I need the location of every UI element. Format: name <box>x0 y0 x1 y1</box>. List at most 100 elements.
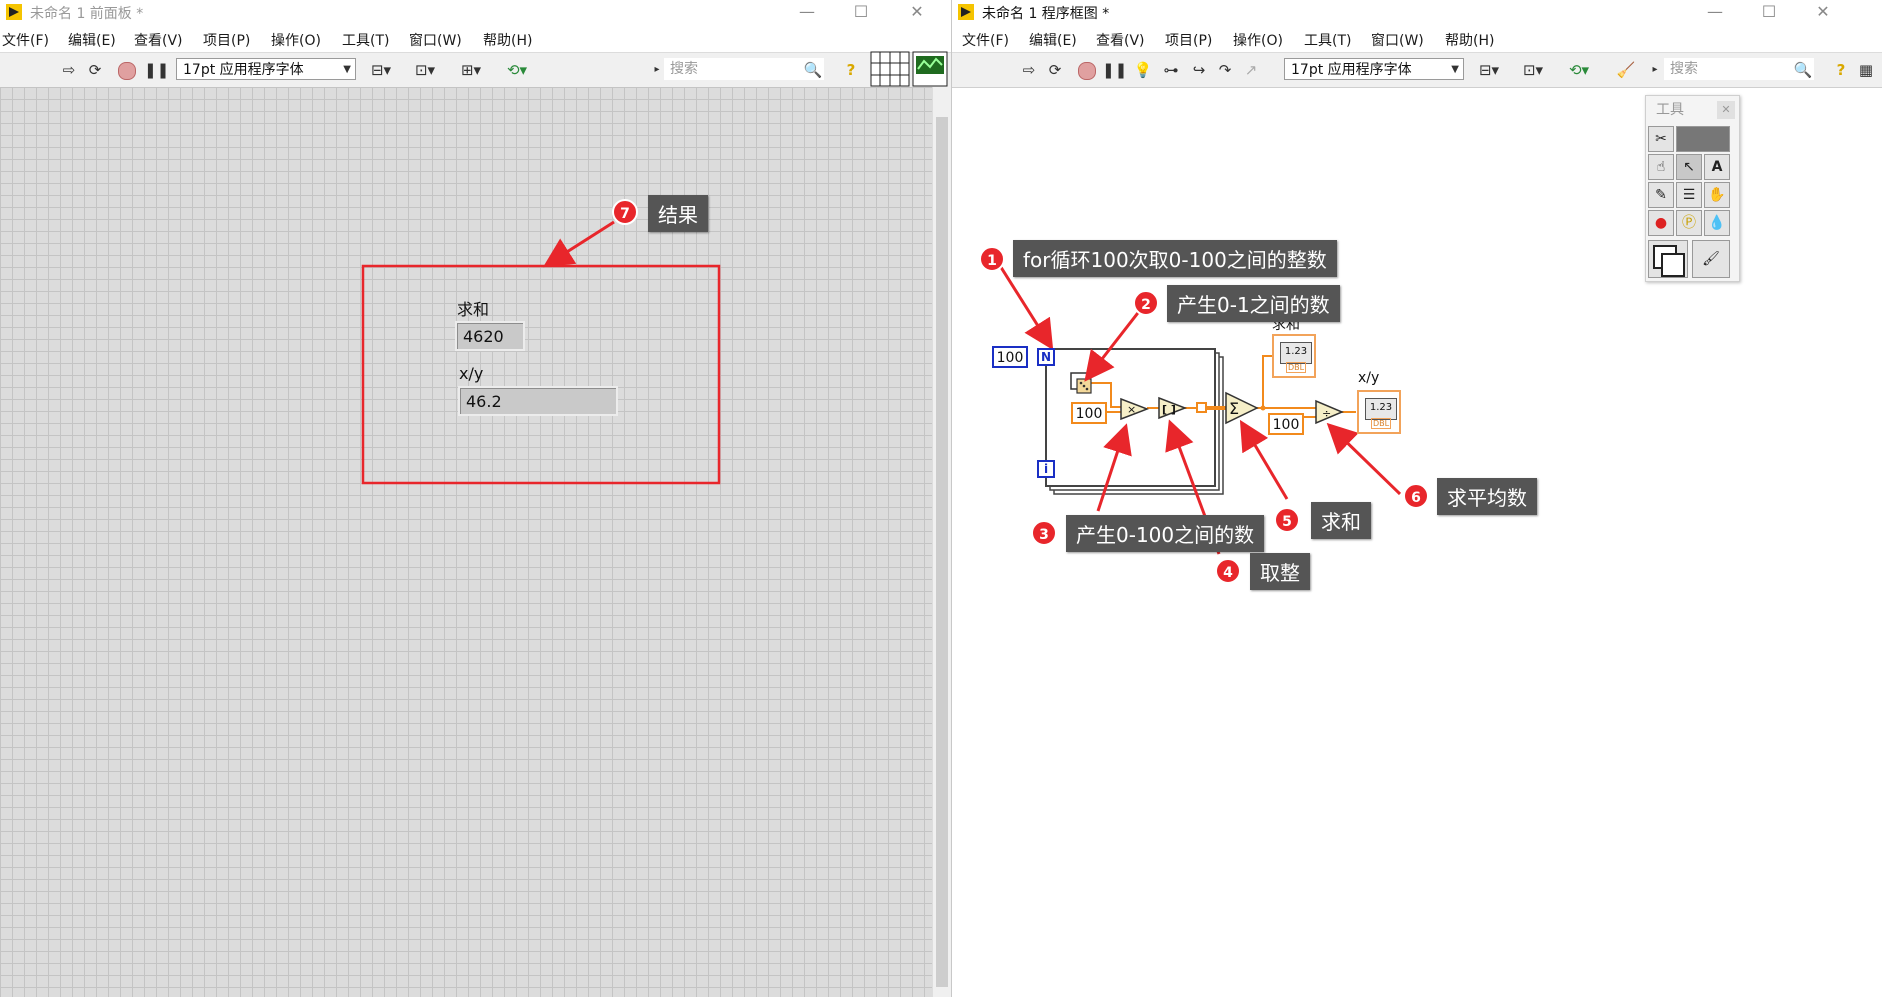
menu-file[interactable]: 文件(F) <box>962 30 1009 50</box>
loop-iteration-terminal[interactable]: i <box>1037 460 1055 478</box>
run-arrow-icon[interactable]: ⇨ <box>1018 60 1040 80</box>
toolbar-expand-icon[interactable]: ▸ <box>1650 60 1660 80</box>
annotation-callout-6: 求平均数 <box>1437 478 1537 515</box>
annotation-badge-5: 5 <box>1274 507 1300 533</box>
vi-icon[interactable] <box>912 51 948 87</box>
sum-indicator-terminal[interactable]: 1.23 DBL <box>1272 334 1316 378</box>
menu-view[interactable]: 查看(V) <box>1096 30 1145 50</box>
menu-operate[interactable]: 操作(O) <box>271 30 321 50</box>
menu-tools[interactable]: 工具(T) <box>1304 30 1351 50</box>
dbl-type-tag: DBL <box>1286 362 1307 373</box>
minimize-icon[interactable]: — <box>784 0 830 26</box>
search-icon[interactable]: 🔍 <box>1792 60 1814 80</box>
font-select[interactable]: 17pt 应用程序字体 ▼ <box>176 58 356 80</box>
menu-operate[interactable]: 操作(O) <box>1233 30 1283 50</box>
front-panel-canvas[interactable] <box>0 87 932 997</box>
step-out-icon[interactable]: ↗ <box>1240 60 1262 80</box>
align-objects-icon[interactable]: ⊟▾ <box>1474 60 1504 80</box>
multiply-constant[interactable]: 100 <box>1071 402 1107 424</box>
divide-constant[interactable]: 100 <box>1268 413 1304 435</box>
distribute-objects-icon[interactable]: ⊡▾ <box>1518 60 1548 80</box>
front-panel-window: 未命名 1 前面板 * — ☐ ✕ 文件(F) 编辑(E) 查看(V) 项目(P… <box>0 0 951 997</box>
close-icon[interactable]: ✕ <box>1800 0 1846 26</box>
help-icon[interactable]: ? <box>1830 60 1852 80</box>
menu-view[interactable]: 查看(V) <box>134 30 183 50</box>
svg-text:×: × <box>1127 403 1136 416</box>
maximize-icon[interactable]: ☐ <box>838 0 884 26</box>
labview-app-icon <box>6 4 22 20</box>
annotation-badge-2: 2 <box>1133 290 1159 316</box>
menu-project[interactable]: 项目(P) <box>203 30 250 50</box>
search-placeholder: 搜索 <box>1670 61 1698 77</box>
annotation-badge-3: 3 <box>1031 520 1057 546</box>
run-continuously-icon[interactable]: ⟳ <box>84 60 106 80</box>
annotation-callout-2: 产生0-1之间的数 <box>1167 285 1340 322</box>
step-over-icon[interactable]: ↷ <box>1214 60 1236 80</box>
menu-edit[interactable]: 编辑(E) <box>1029 30 1077 50</box>
font-select[interactable]: 17pt 应用程序字体 ▼ <box>1284 58 1464 80</box>
align-objects-icon[interactable]: ⊟▾ <box>366 60 396 80</box>
front-panel-toolbar: ⇨ ⟳ ❚❚ 17pt 应用程序字体 ▼ ⊟▾ ⊡▾ ⊞▾ ⟲▾ ▸ 搜索 🔍 … <box>0 51 951 88</box>
run-continuously-icon[interactable]: ⟳ <box>1044 60 1066 80</box>
connector-pane-icon[interactable] <box>870 51 910 87</box>
retain-wire-values-icon[interactable]: ⊶ <box>1160 60 1182 80</box>
highlight-execution-icon[interactable]: 💡 <box>1132 60 1154 80</box>
sum-indicator: 4620 <box>455 321 525 351</box>
annotation-badge-1: 1 <box>979 246 1005 272</box>
annotation-badge-6: 6 <box>1403 483 1429 509</box>
annotation-badge-4: 4 <box>1215 558 1241 584</box>
search-icon[interactable]: 🔍 <box>802 60 824 80</box>
menu-window[interactable]: 窗口(W) <box>1371 30 1424 50</box>
annotation-callout-4: 取整 <box>1250 553 1310 590</box>
block-diagram-title: 未命名 1 程序框图 * <box>982 6 1110 22</box>
resize-objects-icon[interactable]: ⊞▾ <box>456 60 486 80</box>
annotation-callout-7: 结果 <box>648 195 708 232</box>
reorder-icon[interactable]: ⟲▾ <box>1564 60 1594 80</box>
pause-icon[interactable]: ❚❚ <box>144 60 169 80</box>
dbl-display: 1.23 <box>1365 398 1397 420</box>
help-icon[interactable]: ? <box>840 60 862 80</box>
abort-icon[interactable] <box>1076 60 1098 80</box>
menu-project[interactable]: 项目(P) <box>1165 30 1212 50</box>
block-diagram-menubar: 文件(F) 编辑(E) 查看(V) 项目(P) 操作(O) 工具(T) 窗口(W… <box>952 26 1882 52</box>
average-indicator-label: x/y <box>459 364 484 383</box>
scrollbar-thumb[interactable] <box>936 117 948 987</box>
annotation-arrow-5 <box>1239 419 1289 500</box>
search-input[interactable]: 搜索 <box>664 58 824 80</box>
distribute-objects-icon[interactable]: ⊡▾ <box>410 60 440 80</box>
average-indicator-terminal[interactable]: 1.23 DBL <box>1357 390 1401 434</box>
add-array-elements-function[interactable]: Σ <box>1225 391 1259 425</box>
maximize-icon[interactable]: ☐ <box>1746 0 1792 26</box>
reorder-icon[interactable]: ⟲▾ <box>502 60 532 80</box>
menu-edit[interactable]: 编辑(E) <box>68 30 116 50</box>
block-diagram-titlebar: 未命名 1 程序框图 * — ☐ ✕ <box>952 0 1882 26</box>
menu-help[interactable]: 帮助(H) <box>483 30 532 50</box>
search-placeholder: 搜索 <box>670 61 698 77</box>
run-arrow-icon[interactable]: ⇨ <box>58 60 80 80</box>
vi-icon[interactable]: ▦ <box>1856 60 1876 80</box>
average-indicator-terminal-label: x/y <box>1358 370 1380 386</box>
annotation-callout-3: 产生0-100之间的数 <box>1066 515 1265 552</box>
loop-count-terminal[interactable]: N <box>1037 348 1055 366</box>
close-icon[interactable]: ✕ <box>894 0 940 26</box>
menu-window[interactable]: 窗口(W) <box>409 30 462 50</box>
toolbar-expand-icon[interactable]: ▸ <box>652 60 662 80</box>
loop-auto-index-tunnel[interactable] <box>1196 402 1207 413</box>
loop-count-constant[interactable]: 100 <box>992 346 1028 368</box>
annotation-badge-7: 7 <box>612 199 638 225</box>
abort-icon[interactable] <box>116 60 138 80</box>
step-into-icon[interactable]: ↪ <box>1188 60 1210 80</box>
divide-function[interactable]: ÷ <box>1315 399 1344 425</box>
average-indicator: 46.2 <box>458 386 618 416</box>
menu-file[interactable]: 文件(F) <box>2 30 49 50</box>
minimize-icon[interactable]: — <box>1692 0 1738 26</box>
font-select-value: 17pt 应用程序字体 <box>1291 62 1412 78</box>
dbl-type-tag: DBL <box>1371 418 1392 429</box>
pause-icon[interactable]: ❚❚ <box>1102 60 1127 80</box>
front-panel-vertical-scrollbar[interactable] <box>932 87 951 997</box>
menu-tools[interactable]: 工具(T) <box>342 30 389 50</box>
clean-up-diagram-icon[interactable]: 🧹 <box>1612 60 1640 80</box>
chevron-down-icon: ▼ <box>1451 64 1459 75</box>
menu-help[interactable]: 帮助(H) <box>1445 30 1494 50</box>
annotation-callout-5: 求和 <box>1311 502 1371 539</box>
